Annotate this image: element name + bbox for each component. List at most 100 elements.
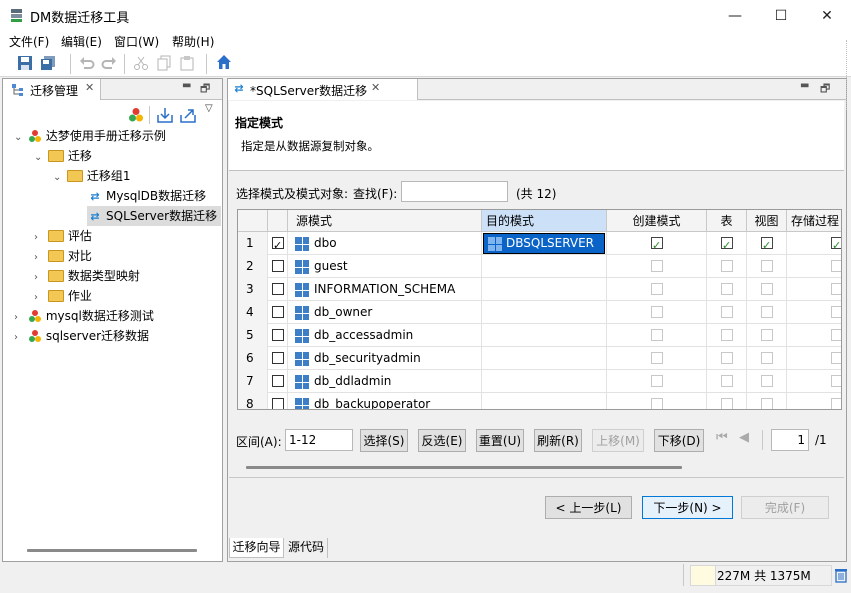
- dest-schema-editor[interactable]: DBSQLSERVER: [483, 233, 605, 254]
- expand-icon[interactable]: ›: [34, 288, 44, 308]
- tree-item-sqlserver-data[interactable]: › sqlserver迁移数据: [14, 326, 149, 346]
- view-checkbox[interactable]: [761, 306, 773, 318]
- table-checkbox[interactable]: [721, 398, 733, 409]
- table-row[interactable]: 7 db_ddladmin: [238, 370, 841, 393]
- row-check-cell[interactable]: [268, 232, 288, 257]
- table-row[interactable]: 2 guest: [238, 255, 841, 278]
- source-schema-cell[interactable]: db_owner: [288, 301, 482, 324]
- menu-window[interactable]: 窗口(W): [114, 33, 159, 50]
- row-check-cell[interactable]: [268, 347, 288, 370]
- first-page-icon[interactable]: ⏮: [716, 430, 728, 445]
- table-row[interactable]: 1 dbo DBSQLSERVER: [238, 232, 841, 257]
- column-header-create[interactable]: 创建模式: [607, 210, 707, 232]
- undo-icon[interactable]: [79, 55, 95, 71]
- table-cell[interactable]: [707, 393, 747, 409]
- table-cell[interactable]: [707, 347, 747, 370]
- source-schema-cell[interactable]: dbo: [288, 232, 482, 255]
- expand-icon[interactable]: ›: [14, 308, 24, 328]
- page-input[interactable]: [771, 429, 809, 451]
- row-checkbox[interactable]: [272, 306, 284, 318]
- column-header-source[interactable]: 源模式: [288, 210, 482, 232]
- create-checkbox[interactable]: [651, 398, 663, 409]
- table-row[interactable]: 8 db_backupoperator: [238, 393, 841, 409]
- source-schema-cell[interactable]: guest: [288, 255, 482, 278]
- table-checkbox[interactable]: [721, 283, 733, 295]
- table-cell[interactable]: [707, 232, 747, 257]
- create-cell[interactable]: [607, 232, 707, 257]
- view-cell[interactable]: [747, 255, 787, 278]
- move-up-button[interactable]: 上移(M): [592, 429, 644, 452]
- maximize-view-icon[interactable]: 🗗: [200, 80, 210, 99]
- create-cell[interactable]: [607, 301, 707, 324]
- tree-item-mysqldb-migration[interactable]: ⇄ MysqlDB数据迁移: [87, 186, 206, 206]
- column-header-check[interactable]: [268, 210, 288, 232]
- create-cell[interactable]: [607, 324, 707, 347]
- view-checkbox[interactable]: [761, 234, 773, 257]
- row-checkbox[interactable]: [272, 234, 284, 257]
- tab-source-code[interactable]: 源代码: [285, 538, 328, 558]
- save-icon[interactable]: [17, 55, 33, 71]
- redo-icon[interactable]: [101, 55, 117, 71]
- close-button[interactable]: ✕: [804, 0, 850, 31]
- proc-checkbox[interactable]: [831, 260, 841, 272]
- splitter-handle[interactable]: [846, 40, 848, 110]
- proc-cell[interactable]: [787, 347, 841, 370]
- proc-cell[interactable]: [787, 255, 841, 278]
- column-header-table[interactable]: 表: [707, 210, 747, 232]
- source-schema-cell[interactable]: db_securityadmin: [288, 347, 482, 370]
- row-checkbox[interactable]: [272, 398, 284, 409]
- tree-item-migration-group[interactable]: ⌄ 迁移组1: [53, 166, 130, 186]
- table-checkbox[interactable]: [721, 260, 733, 272]
- column-header-proc[interactable]: 存储过程: [787, 210, 841, 232]
- row-checkbox[interactable]: [272, 329, 284, 341]
- copy-icon[interactable]: [156, 55, 172, 71]
- proc-cell[interactable]: [787, 324, 841, 347]
- expand-icon[interactable]: ›: [34, 228, 44, 248]
- view-checkbox[interactable]: [761, 260, 773, 272]
- paste-icon[interactable]: [179, 55, 195, 71]
- row-check-cell[interactable]: [268, 301, 288, 324]
- proc-checkbox[interactable]: [831, 283, 841, 295]
- tree-item-project-manual[interactable]: ⌄ 达梦使用手册迁移示例: [14, 126, 166, 146]
- view-checkbox[interactable]: [761, 329, 773, 341]
- tab-close-icon[interactable]: ✕: [371, 81, 380, 94]
- proc-checkbox[interactable]: [831, 375, 841, 387]
- tree-item-jobs[interactable]: › 作业: [34, 286, 92, 306]
- table-row[interactable]: 3 INFORMATION_SCHEMA: [238, 278, 841, 301]
- cut-icon[interactable]: [133, 55, 149, 71]
- dest-schema-cell[interactable]: [482, 347, 607, 370]
- proc-cell[interactable]: [787, 278, 841, 301]
- row-checkbox[interactable]: [272, 375, 284, 387]
- row-check-cell[interactable]: [268, 324, 288, 347]
- tree-item-type-mapping[interactable]: › 数据类型映射: [34, 266, 140, 286]
- table-cell[interactable]: [707, 278, 747, 301]
- row-checkbox[interactable]: [272, 352, 284, 364]
- horizontal-scrollbar[interactable]: [27, 549, 197, 552]
- select-button[interactable]: 选择(S): [360, 429, 408, 452]
- proc-cell[interactable]: [787, 301, 841, 324]
- find-input[interactable]: [401, 181, 508, 202]
- row-check-cell[interactable]: [268, 278, 288, 301]
- create-checkbox[interactable]: [651, 283, 663, 295]
- minimize-button[interactable]: —: [712, 0, 758, 31]
- view-checkbox[interactable]: [761, 398, 773, 409]
- collapse-icon[interactable]: ⌄: [14, 128, 24, 148]
- next-button[interactable]: 下一步(N) >: [642, 496, 733, 519]
- proc-checkbox[interactable]: [831, 234, 841, 257]
- table-row[interactable]: 6 db_securityadmin: [238, 347, 841, 370]
- table-checkbox[interactable]: [721, 375, 733, 387]
- create-checkbox[interactable]: [651, 306, 663, 318]
- finish-button[interactable]: 完成(F): [741, 496, 829, 519]
- maximize-view-icon[interactable]: 🗗: [820, 80, 830, 99]
- content-horizontal-scrollbar[interactable]: [246, 466, 682, 469]
- view-cell[interactable]: [747, 347, 787, 370]
- dest-schema-cell[interactable]: [482, 278, 607, 301]
- table-row[interactable]: 4 db_owner: [238, 301, 841, 324]
- reset-button[interactable]: 重置(U): [476, 429, 524, 452]
- source-schema-cell[interactable]: db_accessadmin: [288, 324, 482, 347]
- row-check-cell[interactable]: [268, 370, 288, 393]
- table-cell[interactable]: [707, 370, 747, 393]
- view-cell[interactable]: [747, 324, 787, 347]
- tab-wizard[interactable]: 迁移向导: [229, 538, 284, 558]
- view-checkbox[interactable]: [761, 352, 773, 364]
